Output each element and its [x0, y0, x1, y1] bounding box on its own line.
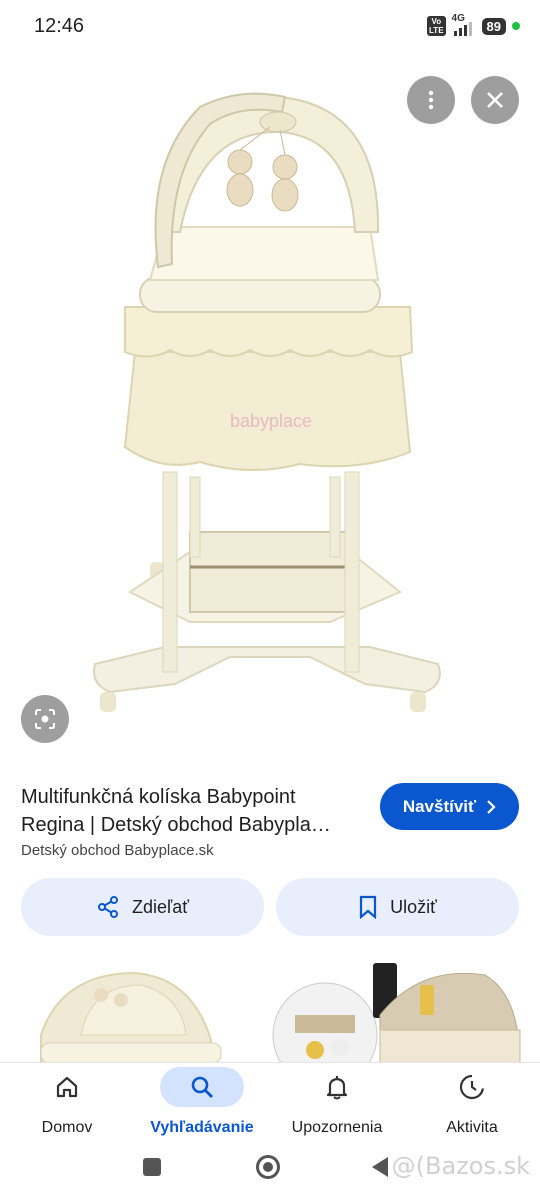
save-label: Uložiť — [390, 896, 437, 917]
nav-search[interactable]: Vyhľadávanie — [150, 1063, 254, 1149]
home-icon — [56, 1076, 78, 1098]
recents-icon[interactable] — [143, 1158, 161, 1176]
close-icon — [487, 92, 503, 108]
more-vert-icon — [428, 90, 434, 110]
status-icons: Vo LTE 4G 89 — [427, 13, 520, 36]
signal-icon: 4G — [452, 13, 476, 36]
result-title-line2: Regina | Detský obchod Babypla… — [21, 814, 331, 836]
nav-activity[interactable]: Aktivita — [430, 1063, 514, 1149]
activity-icon — [459, 1074, 485, 1100]
share-label: Zdieľať — [131, 896, 190, 917]
nav-search-label: Vyhľadávanie — [150, 1119, 254, 1136]
share-icon — [97, 896, 118, 918]
bassinet-image: babyplace — [93, 92, 441, 712]
status-bar: 12:46 Vo LTE 4G 89 — [0, 0, 540, 52]
share-button[interactable]: Zdieľať — [21, 878, 264, 936]
home-button-icon[interactable] — [256, 1155, 280, 1179]
related-image-2[interactable] — [270, 955, 525, 1065]
search-icon — [191, 1076, 213, 1098]
battery-level: 89 — [481, 17, 506, 35]
chevron-right-icon — [487, 799, 496, 814]
lens-search-button[interactable] — [21, 695, 69, 743]
lens-icon — [35, 709, 55, 729]
visit-button[interactable]: Navštíviť — [380, 783, 519, 830]
nav-notifications[interactable]: Upozornenia — [292, 1063, 382, 1149]
result-source: Detský obchod Babyplace.sk — [21, 842, 214, 859]
result-title-line1: Multifunkčná kolíska Babypoint — [21, 786, 296, 808]
system-navigation: @(Bazos.sk — [0, 1148, 540, 1200]
nav-home[interactable]: Domov — [25, 1063, 109, 1149]
back-icon[interactable] — [372, 1157, 388, 1177]
related-image-1[interactable] — [21, 955, 231, 1065]
bottom-navigation: Domov Vyhľadávanie Upozornenia Aktivita — [0, 1062, 540, 1149]
related-bassinet-image-2 — [272, 963, 521, 1065]
nav-home-label: Domov — [41, 1119, 93, 1136]
privacy-dot-icon — [512, 22, 520, 30]
watermark: @(Bazos.sk — [391, 1152, 530, 1180]
image-viewer[interactable]: babyplace — [0, 52, 540, 757]
save-button[interactable]: Uložiť — [276, 878, 519, 936]
bell-icon — [326, 1076, 348, 1100]
related-bassinet-image — [40, 971, 222, 1065]
result-title[interactable]: Multifunkčná kolíska Babypoint Regina | … — [21, 783, 371, 839]
nav-activity-label: Aktivita — [446, 1119, 498, 1136]
more-options-button[interactable] — [407, 76, 455, 124]
close-button[interactable] — [471, 76, 519, 124]
visit-label: Navštíviť — [402, 796, 477, 816]
status-time: 12:46 — [34, 15, 85, 37]
volte-icon: Vo LTE — [427, 16, 446, 36]
image-watermark: babyplace — [230, 411, 312, 431]
nav-notifications-label: Upozornenia — [291, 1119, 383, 1136]
bookmark-icon — [360, 895, 377, 919]
